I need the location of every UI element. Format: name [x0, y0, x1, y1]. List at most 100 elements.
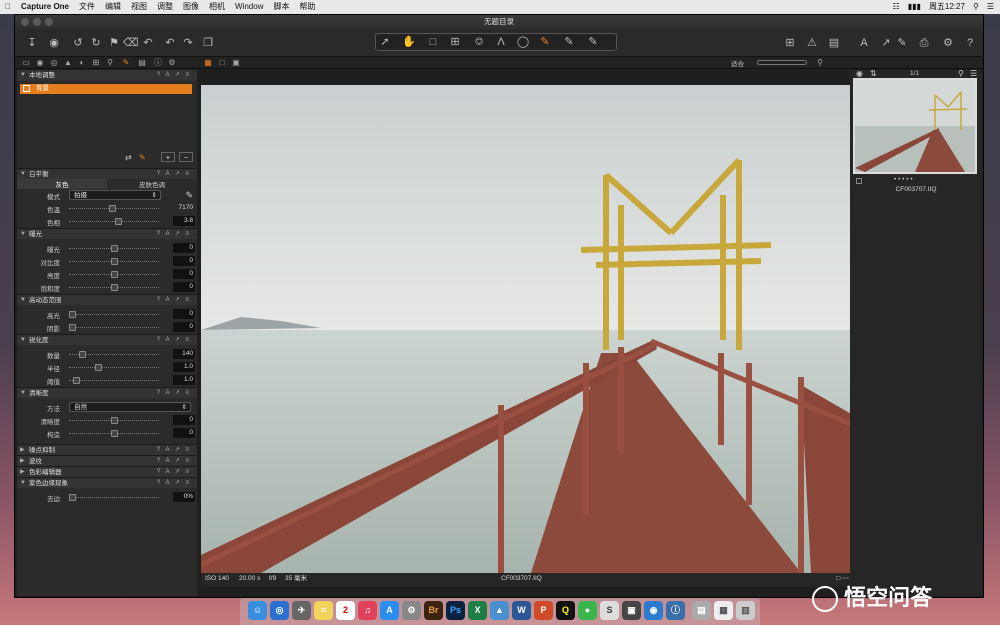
local-adjust-header[interactable]: ▼ 本地调整 ? A ↗ ≡: [17, 70, 197, 81]
documents-icon[interactable]: ▤: [692, 601, 711, 620]
minimize-window-button[interactable]: [33, 18, 41, 26]
color-editor-header[interactable]: ▶ 色彩编辑器? A ↗ ≡: [17, 466, 197, 477]
search-icon[interactable]: ⚲: [958, 69, 964, 78]
crop-icon[interactable]: ⊞: [448, 36, 462, 48]
eyedropper-icon[interactable]: ✎: [185, 190, 193, 201]
menu-window[interactable]: Window: [230, 0, 268, 14]
straighten-icon[interactable]: ⎊: [472, 36, 486, 48]
excel-icon[interactable]: X: [468, 601, 487, 620]
fringe-header[interactable]: ▼ 紫色边缘现象 ? A ↗ ≡: [17, 477, 197, 488]
grid-view-icon[interactable]: ▦: [203, 58, 213, 68]
tint-value[interactable]: 3.8: [173, 216, 195, 226]
details-tab-icon[interactable]: ⚲: [105, 58, 115, 68]
menu-camera[interactable]: 相机: [204, 0, 230, 14]
pan-hand-icon[interactable]: ✋: [402, 36, 416, 48]
slider-knob[interactable]: [69, 494, 76, 501]
capture-one-icon[interactable]: ◉: [644, 601, 663, 620]
collapse-icon[interactable]: ▼: [20, 478, 26, 489]
section-tools-icon[interactable]: ? A ↗ ≡: [157, 478, 191, 489]
flag-icon[interactable]: ⚑: [107, 37, 121, 49]
word-icon[interactable]: W: [512, 601, 531, 620]
wechat-icon[interactable]: ●: [578, 601, 597, 620]
spot-icon[interactable]: ◯: [516, 36, 530, 48]
slider-knob[interactable]: [111, 271, 118, 278]
loupe-icon[interactable]: □: [426, 36, 440, 48]
menu-file[interactable]: 文件: [74, 0, 100, 14]
slider-knob[interactable]: [111, 430, 118, 437]
slider-knob[interactable]: [73, 377, 80, 384]
trash-icon[interactable]: ▥: [736, 601, 755, 620]
slider-track[interactable]: [69, 221, 159, 222]
eye-icon[interactable]: ◉: [856, 69, 863, 78]
camera-icon[interactable]: ◉: [47, 37, 61, 49]
library-tab-icon[interactable]: ▭: [21, 58, 31, 68]
mode-select[interactable]: 拍摄 ⇕: [69, 190, 161, 200]
compare-icon[interactable]: ▤: [827, 37, 841, 49]
slider-track[interactable]: [69, 497, 159, 498]
slider-knob[interactable]: [79, 351, 86, 358]
appstore-icon[interactable]: A: [380, 601, 399, 620]
keynote-icon[interactable]: ▲: [490, 601, 509, 620]
slider-value[interactable]: 1.0: [173, 362, 195, 372]
trash-icon[interactable]: ⌫: [123, 37, 139, 49]
brush-tool-icon[interactable]: ✎: [139, 153, 146, 162]
music-icon[interactable]: ♫: [358, 601, 377, 620]
moire-header[interactable]: ▶ 波纹? A ↗ ≡: [17, 455, 197, 466]
crop-tab-icon[interactable]: ⊞: [91, 58, 101, 68]
single-view-icon[interactable]: □: [217, 58, 227, 68]
rotate-right-icon[interactable]: ↻: [89, 37, 103, 49]
apply-icon[interactable]: ↗: [879, 37, 893, 49]
section-tools-icon[interactable]: ? A ↗ ≡: [157, 335, 191, 346]
info-icon[interactable]: ⓘ: [666, 601, 685, 620]
menu-help[interactable]: 帮助: [294, 0, 320, 14]
brush-icon[interactable]: ✎: [538, 36, 552, 48]
calendar-icon[interactable]: 2: [336, 601, 355, 620]
sharpening-header[interactable]: ▼ 锐化度 ? A ↗ ≡: [17, 334, 197, 345]
keystone-icon[interactable]: Λ: [494, 36, 508, 48]
slider-value[interactable]: 0: [173, 256, 195, 266]
method-select[interactable]: 自然 ⇕: [69, 402, 191, 412]
slider-track[interactable]: [69, 380, 159, 381]
clarity-header[interactable]: ▼ 清晰度 ? A ↗ ≡: [17, 387, 197, 398]
slider-track[interactable]: [69, 367, 159, 368]
powerpoint-icon[interactable]: P: [534, 601, 553, 620]
bridge-icon[interactable]: Br: [424, 601, 443, 620]
exposure-tab-icon[interactable]: ◐: [77, 58, 87, 68]
slider-knob[interactable]: [111, 258, 118, 265]
noise-header[interactable]: ▶ 噪点抑制? A ↗ ≡: [17, 444, 197, 455]
undo-icon[interactable]: ↶: [163, 37, 177, 49]
collapse-icon[interactable]: ▼: [20, 295, 26, 306]
notes-icon[interactable]: ≡: [314, 601, 333, 620]
section-tools-icon[interactable]: ? A ↗ ≡: [157, 388, 191, 399]
menu-script[interactable]: 脚本: [268, 0, 294, 14]
slider-value[interactable]: 0: [173, 322, 195, 332]
picker-icon[interactable]: ✎: [562, 36, 576, 48]
slider-value[interactable]: 140: [173, 349, 195, 359]
gear-icon[interactable]: ⚙: [941, 37, 955, 49]
reset-icon[interactable]: ↶: [141, 37, 155, 49]
layer-item[interactable]: 背景: [20, 84, 192, 94]
white-balance-header[interactable]: ▼ 白平衡 ? A ↗ ≡: [17, 168, 197, 179]
local-adjust-tab-icon[interactable]: ✎: [121, 58, 131, 68]
rating-dots[interactable]: • • • • •: [894, 176, 913, 183]
collapse-icon[interactable]: ▼: [20, 70, 26, 81]
tab-skin-tone[interactable]: 皮肤色调: [107, 179, 197, 189]
slider-value[interactable]: 0: [173, 269, 195, 279]
menu-edit[interactable]: 编辑: [100, 0, 126, 14]
launchpad-icon[interactable]: ✈: [292, 601, 311, 620]
metadata-tab-icon[interactable]: ⓘ: [153, 58, 163, 68]
pen-icon[interactable]: ✎: [895, 37, 909, 49]
select-cursor-icon[interactable]: ➚: [378, 36, 392, 48]
sort-icon[interactable]: ⇅: [870, 69, 877, 78]
image-viewer[interactable]: ISO 140 20.00 s f/9 35 毫米 CF003707.IIQ □…: [201, 85, 853, 587]
thumb-checkbox[interactable]: [856, 178, 862, 184]
remove-layer-button[interactable]: −: [179, 152, 193, 162]
slider-value[interactable]: 0: [173, 282, 195, 292]
rotate-left-icon[interactable]: ↺: [71, 37, 85, 49]
hdr-header[interactable]: ▼ 高动态范围 ? A ↗ ≡: [17, 294, 197, 305]
collapse-icon[interactable]: ▼: [20, 335, 26, 346]
tab-gray[interactable]: 灰色: [17, 179, 107, 189]
section-tools-icon[interactable]: ? A ↗ ≡: [157, 70, 191, 81]
multi-view-icon[interactable]: ▣: [231, 58, 241, 68]
menu-list-icon[interactable]: ☰: [970, 69, 977, 78]
